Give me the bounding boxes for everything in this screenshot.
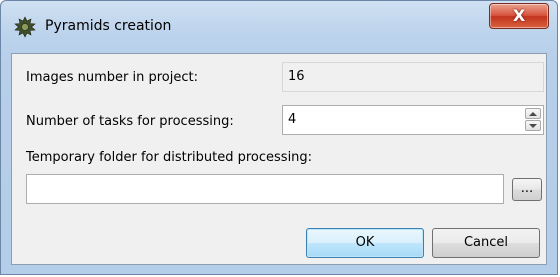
- images-number-field: 16: [282, 62, 544, 92]
- tasks-number-stepper[interactable]: 4: [282, 105, 544, 135]
- pyramids-creation-dialog: Pyramids creation X Images number in pro…: [0, 0, 558, 275]
- tasks-number-value[interactable]: 4: [288, 106, 296, 134]
- spin-down-icon[interactable]: [525, 120, 541, 131]
- close-button[interactable]: X: [489, 3, 549, 29]
- browse-folder-button[interactable]: ...: [512, 178, 542, 201]
- ok-button[interactable]: OK: [306, 228, 424, 258]
- title-bar[interactable]: Pyramids creation X: [1, 1, 557, 53]
- window-title: Pyramids creation: [45, 18, 172, 34]
- pyramid-gear-icon: [14, 16, 36, 38]
- close-icon: X: [512, 6, 526, 25]
- cancel-button[interactable]: Cancel: [432, 228, 540, 258]
- tasks-number-label: Number of tasks for processing:: [26, 114, 234, 129]
- images-number-label: Images number in project:: [26, 70, 198, 85]
- stepper-arrows: [525, 108, 541, 132]
- spin-up-icon[interactable]: [525, 108, 541, 119]
- temp-folder-input[interactable]: [26, 174, 504, 204]
- temp-folder-label: Temporary folder for distributed process…: [26, 150, 313, 165]
- dialog-body: Images number in project: 16 Number of t…: [11, 53, 547, 265]
